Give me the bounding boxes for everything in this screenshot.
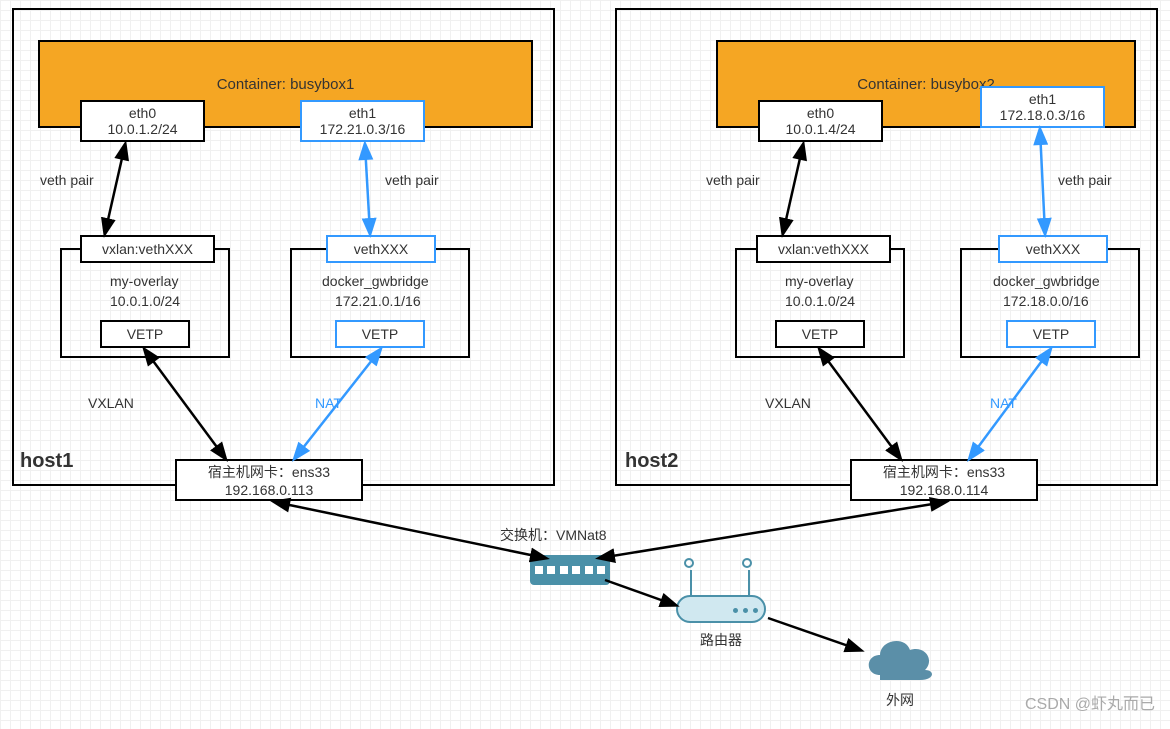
host1-nic-ip: 192.168.0.113 bbox=[225, 482, 314, 498]
router-label: 路由器 bbox=[700, 630, 742, 650]
host2-nic-ip: 192.168.0.114 bbox=[900, 482, 989, 498]
router-icon bbox=[676, 595, 766, 623]
host2-eth0: eth0 10.0.1.4/24 bbox=[758, 100, 883, 142]
host2-gwbridge-name: docker_gwbridge bbox=[993, 273, 1100, 289]
host1-vethpair-left: veth pair bbox=[40, 172, 94, 188]
host1-overlay-name: my-overlay bbox=[110, 273, 178, 289]
host1-nic: 宿主机网卡：ens33 192.168.0.113 bbox=[175, 459, 363, 501]
host1-eth0: eth0 10.0.1.2/24 bbox=[80, 100, 205, 142]
host1-eth1-ip: 172.21.0.3/16 bbox=[320, 121, 406, 137]
host2-eth1-name: eth1 bbox=[1029, 91, 1056, 107]
host1-overlay-ip: 10.0.1.0/24 bbox=[110, 293, 180, 309]
router-antenna-right bbox=[748, 570, 750, 595]
watermark: CSDN @虾丸而已 bbox=[1025, 690, 1155, 714]
switch-label: 交换机：VMNat8 bbox=[500, 525, 607, 545]
host2-eth0-ip: 10.0.1.4/24 bbox=[785, 121, 855, 137]
host1-vxlan-veth: vxlan:vethXXX bbox=[80, 235, 215, 263]
host1-vetp-right: VETP bbox=[335, 320, 425, 348]
host2-container-title: Container: busybox2 bbox=[857, 76, 995, 93]
host2-nic-name: 宿主机网卡：ens33 bbox=[883, 462, 1005, 482]
host2-gwbridge-ip: 172.18.0.0/16 bbox=[1003, 293, 1089, 309]
host1-gwbridge-name: docker_gwbridge bbox=[322, 273, 429, 289]
host2-vxlan-veth: vxlan:vethXXX bbox=[756, 235, 891, 263]
host1-label: host1 bbox=[20, 450, 73, 473]
host1-eth1: eth1 172.21.0.3/16 bbox=[300, 100, 425, 142]
internet-label: 外网 bbox=[886, 690, 914, 710]
host1-container-title: Container: busybox1 bbox=[217, 76, 355, 93]
host1-vxlan-label: VXLAN bbox=[88, 395, 134, 411]
host1-nat-label: NAT bbox=[315, 395, 342, 411]
router-antenna-left bbox=[690, 570, 692, 595]
host2-vethxxx: vethXXX bbox=[998, 235, 1108, 263]
host2-vetp-left: VETP bbox=[775, 320, 865, 348]
host1-vetp-left: VETP bbox=[100, 320, 190, 348]
host2-overlay-name: my-overlay bbox=[785, 273, 853, 289]
switch-icon bbox=[530, 555, 610, 585]
host2-vxlan-label: VXLAN bbox=[765, 395, 811, 411]
host2-nic: 宿主机网卡：ens33 192.168.0.114 bbox=[850, 459, 1038, 501]
host1-vethxxx: vethXXX bbox=[326, 235, 436, 263]
host1-eth1-name: eth1 bbox=[349, 105, 376, 121]
host2-eth1: eth1 172.18.0.3/16 bbox=[980, 86, 1105, 128]
router-antdot-right bbox=[742, 558, 752, 568]
host2-label: host2 bbox=[625, 450, 678, 473]
host1-nic-name: 宿主机网卡：ens33 bbox=[208, 462, 330, 482]
host2-nat-label: NAT bbox=[990, 395, 1017, 411]
host2-vethpair-right: veth pair bbox=[1058, 172, 1112, 188]
host2-vethpair-left: veth pair bbox=[706, 172, 760, 188]
host1-gwbridge-ip: 172.21.0.1/16 bbox=[335, 293, 421, 309]
cloud-icon bbox=[860, 630, 940, 685]
host2-eth0-name: eth0 bbox=[807, 105, 834, 121]
host2-eth1-ip: 172.18.0.3/16 bbox=[1000, 107, 1086, 123]
host2-vetp-right: VETP bbox=[1006, 320, 1096, 348]
host1-eth0-ip: 10.0.1.2/24 bbox=[107, 121, 177, 137]
router-antdot-left bbox=[684, 558, 694, 568]
host1-vethpair-right: veth pair bbox=[385, 172, 439, 188]
host2-overlay-ip: 10.0.1.0/24 bbox=[785, 293, 855, 309]
host1-eth0-name: eth0 bbox=[129, 105, 156, 121]
